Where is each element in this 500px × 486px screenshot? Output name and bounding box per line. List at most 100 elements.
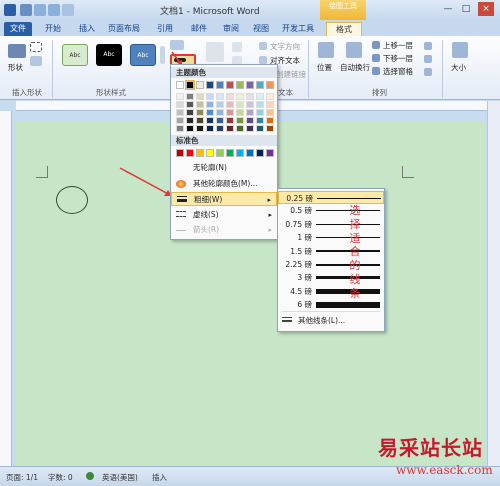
theme-color-shade-swatch[interactable] [226,101,234,108]
theme-color-shade-swatch[interactable] [216,117,224,124]
theme-color-shade-swatch[interactable] [216,125,224,132]
theme-color-shade-swatch[interactable] [186,117,194,124]
theme-color-shade-swatch[interactable] [186,93,194,100]
weight-option[interactable]: 2.25 磅 [278,258,384,271]
theme-color-shade-swatch[interactable] [196,125,204,132]
weight-option[interactable]: 6 磅 [278,298,384,311]
theme-color-swatch[interactable] [256,81,264,89]
theme-color-shade-swatch[interactable] [196,93,204,100]
language-indicator[interactable]: 英语(美国) [102,472,138,483]
proofing-icon[interactable] [86,472,94,480]
theme-color-shade-swatch[interactable] [246,101,254,108]
weight-option[interactable]: 0.25 磅 [278,191,384,204]
theme-color-swatch[interactable] [226,81,234,89]
theme-color-shade-swatch[interactable] [246,125,254,132]
theme-color-swatch[interactable] [176,81,184,89]
weight-option-label: 0.75 磅 [285,219,312,229]
weight-menu-item[interactable]: 粗细(W) ▸ [171,192,277,206]
theme-color-shade-swatch[interactable] [246,93,254,100]
theme-color-shade-swatch[interactable] [226,93,234,100]
arrow-to-weight [119,167,173,197]
theme-color-shade-swatch[interactable] [266,125,274,132]
standard-color-swatch[interactable] [256,149,264,157]
theme-color-shade-swatch[interactable] [226,109,234,116]
theme-color-shade-swatch[interactable] [176,117,184,124]
theme-color-shade-swatch[interactable] [186,101,194,108]
no-outline-label: 无轮廓(N) [193,163,227,172]
theme-color-shade-swatch[interactable] [256,93,264,100]
theme-color-shade-swatch[interactable] [226,125,234,132]
standard-color-swatch[interactable] [236,149,244,157]
theme-color-shade-swatch[interactable] [256,109,264,116]
standard-color-swatch[interactable] [196,149,204,157]
standard-color-swatch[interactable] [266,149,274,157]
theme-color-shade-swatch[interactable] [206,109,214,116]
theme-color-shade-swatch[interactable] [256,117,264,124]
theme-color-shade-swatch[interactable] [216,109,224,116]
theme-color-shade-swatch[interactable] [266,101,274,108]
theme-color-shade-swatch[interactable] [246,109,254,116]
theme-color-swatch[interactable] [266,81,274,89]
palette-icon [176,180,186,188]
standard-color-swatch[interactable] [226,149,234,157]
word-count[interactable]: 字数: 0 [48,472,73,483]
weight-option-label: 2.25 磅 [285,260,312,269]
theme-color-swatch[interactable] [236,81,244,89]
weight-option[interactable]: 0.5 磅 [278,204,384,217]
weight-option[interactable]: 0.75 磅 [278,218,384,231]
theme-color-shade-swatch[interactable] [266,109,274,116]
more-lines-item[interactable]: 其他线条(L)... [278,314,384,327]
theme-color-shade-swatch[interactable] [176,125,184,132]
weight-option[interactable]: 4.5 磅 [278,285,384,298]
theme-color-shade-swatch[interactable] [256,101,264,108]
theme-color-shade-swatch[interactable] [236,117,244,124]
theme-color-shade-swatch[interactable] [206,125,214,132]
standard-color-swatch[interactable] [206,149,214,157]
theme-color-shade-swatch[interactable] [206,93,214,100]
weight-option[interactable]: 1.5 磅 [278,245,384,258]
standard-color-swatch[interactable] [216,149,224,157]
dashes-menu-item[interactable]: 虚线(S) ▸ [171,208,277,222]
theme-color-shade-swatch[interactable] [176,101,184,108]
weight-option[interactable]: 1 磅 [278,231,384,244]
theme-color-swatch[interactable] [206,81,214,89]
theme-color-shade-swatch[interactable] [216,101,224,108]
standard-color-swatch[interactable] [246,149,254,157]
theme-color-shade-swatch[interactable] [246,117,254,124]
weight-option[interactable]: 3 磅 [278,271,384,284]
theme-color-shade-swatch[interactable] [206,101,214,108]
theme-color-shade-swatch[interactable] [266,117,274,124]
weight-option-label: 1.5 磅 [290,246,312,256]
theme-color-shade-swatch[interactable] [196,101,204,108]
theme-color-shade-swatch[interactable] [236,109,244,116]
theme-color-swatch[interactable] [216,81,224,89]
theme-color-swatch[interactable] [185,80,195,90]
weight-sample-line [317,198,381,199]
weight-option-label: 3 磅 [297,273,312,283]
theme-color-shade-swatch[interactable] [226,117,234,124]
theme-color-shade-swatch[interactable] [266,93,274,100]
standard-color-swatch[interactable] [186,149,194,157]
theme-color-swatch[interactable] [196,81,204,89]
theme-color-shade-swatch[interactable] [186,109,194,116]
theme-color-shade-swatch[interactable] [236,125,244,132]
theme-color-shade-swatch[interactable] [186,125,194,132]
dash-type-icon [176,211,186,217]
theme-color-shade-swatch[interactable] [256,125,264,132]
theme-color-shade-swatch[interactable] [196,117,204,124]
theme-color-shade-swatch[interactable] [236,101,244,108]
page-count[interactable]: 页面: 1/1 [6,472,38,483]
no-outline-item[interactable]: 无轮廓(N) [171,161,277,175]
more-outline-colors-label: 其他轮廓颜色(M)... [193,179,258,188]
theme-color-shade-swatch[interactable] [196,109,204,116]
theme-color-shade-swatch[interactable] [176,93,184,100]
arrows-menu-item[interactable]: 箭头(R) ▸ [171,223,277,237]
standard-color-swatch[interactable] [176,149,184,157]
theme-color-shade-swatch[interactable] [206,117,214,124]
theme-color-shade-swatch[interactable] [176,109,184,116]
theme-color-shade-swatch[interactable] [236,93,244,100]
theme-color-shade-swatch[interactable] [216,93,224,100]
more-outline-colors-item[interactable]: 其他轮廓颜色(M)... [171,177,277,191]
insert-mode-indicator[interactable]: 插入 [152,472,167,483]
theme-color-swatch[interactable] [246,81,254,89]
